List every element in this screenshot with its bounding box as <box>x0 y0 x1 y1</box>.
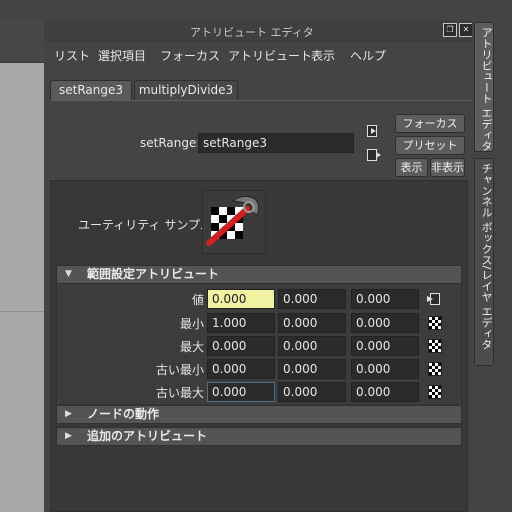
left-panel-header <box>0 20 44 62</box>
max-x-field[interactable]: 0.000 <box>207 336 275 356</box>
section-title: ノードの動作 <box>87 407 160 421</box>
value-y-field[interactable]: 0.000 <box>278 289 346 309</box>
row-label-value: 値 <box>191 293 204 307</box>
utility-sample-label: ユーティリティ サンプル <box>78 218 213 232</box>
menu-show[interactable]: 表示 <box>311 47 335 64</box>
expand-triangle-icon: ▶ <box>65 431 72 441</box>
viewport-area[interactable] <box>0 62 44 512</box>
menu-focus[interactable]: フォーカス <box>160 47 220 64</box>
section-extra-attributes[interactable]: ▶ 追加のアトリビュート <box>56 427 462 446</box>
focus-button[interactable]: フォーカス <box>395 114 465 133</box>
value-x-field[interactable]: 0.000 <box>207 289 275 309</box>
row-label-max: 最大 <box>179 340 204 354</box>
tab-divider <box>50 100 472 101</box>
old-min-x-field[interactable]: 0.000 <box>207 359 275 379</box>
old-max-y-field[interactable]: 0.000 <box>278 382 346 402</box>
section-range-attributes[interactable]: ▼ 範囲設定アトリビュート <box>56 265 462 284</box>
utility-sample-icon <box>202 190 266 254</box>
input-connection-icon[interactable] <box>367 125 381 137</box>
node-type-label: setRange: <box>140 136 201 150</box>
map-checker-icon[interactable] <box>428 362 442 376</box>
node-name-input[interactable] <box>198 133 354 153</box>
side-tab-attribute-editor[interactable]: アトリビュート エディタ <box>474 22 494 152</box>
min-z-field[interactable]: 0.000 <box>351 313 419 333</box>
close-icon[interactable]: ✕ <box>459 23 473 37</box>
window-title: アトリビュート エディタ <box>190 26 314 39</box>
map-checker-icon[interactable] <box>428 385 442 399</box>
menu-help[interactable]: ヘルプ <box>350 47 386 64</box>
max-y-field[interactable]: 0.000 <box>278 336 346 356</box>
max-z-field[interactable]: 0.000 <box>351 336 419 356</box>
menu-list[interactable]: リスト <box>54 47 90 64</box>
side-tab-channel-box[interactable]: チャンネル ボックス/レイヤ エディタ <box>474 158 494 366</box>
viewport-grid-line <box>0 311 44 312</box>
old-min-z-field[interactable]: 0.000 <box>351 359 419 379</box>
title-buttons: ❐ ✕ <box>443 23 475 37</box>
old-max-x-field[interactable]: 0.000 <box>207 382 275 402</box>
expand-triangle-icon: ▶ <box>65 409 72 419</box>
output-connection-icon[interactable] <box>367 149 381 161</box>
row-label-old-max: 古い最大 <box>155 386 204 400</box>
collapse-triangle-icon: ▼ <box>65 269 72 279</box>
min-x-field[interactable]: 1.000 <box>207 313 275 333</box>
value-z-field[interactable]: 0.000 <box>351 289 419 309</box>
map-checker-icon[interactable] <box>428 316 442 330</box>
menu-attributes[interactable]: アトリビュート <box>228 47 312 64</box>
side-tab-label: アトリビュート エディタ <box>480 27 493 152</box>
old-max-z-field[interactable]: 0.000 <box>351 382 419 402</box>
row-label-min: 最小 <box>179 317 204 331</box>
connection-icon[interactable] <box>427 293 440 305</box>
tab-setrange3[interactable]: setRange3 <box>50 80 132 100</box>
section-title: 範囲設定アトリビュート <box>87 267 220 281</box>
section-title: 追加のアトリビュート <box>87 429 208 443</box>
map-checker-icon[interactable] <box>428 339 442 353</box>
show-button[interactable]: 表示 <box>395 158 428 177</box>
presets-button[interactable]: プリセット <box>395 136 465 155</box>
section-node-behavior[interactable]: ▶ ノードの動作 <box>56 405 462 424</box>
hide-button[interactable]: 非表示 <box>430 158 465 177</box>
row-label-old-min: 古い最小 <box>155 363 204 377</box>
side-tab-label: チャンネル ボックス/レイヤ エディタ <box>480 163 493 350</box>
min-y-field[interactable]: 0.000 <box>278 313 346 333</box>
menu-bar: リスト 選択項目 フォーカス アトリビュート 表示 ヘルプ <box>44 42 472 68</box>
old-min-y-field[interactable]: 0.000 <box>278 359 346 379</box>
tab-multiplydivide3[interactable]: multiplyDivide3 <box>134 80 238 100</box>
menu-selection[interactable]: 選択項目 <box>98 47 146 64</box>
float-icon[interactable]: ❐ <box>443 23 457 37</box>
